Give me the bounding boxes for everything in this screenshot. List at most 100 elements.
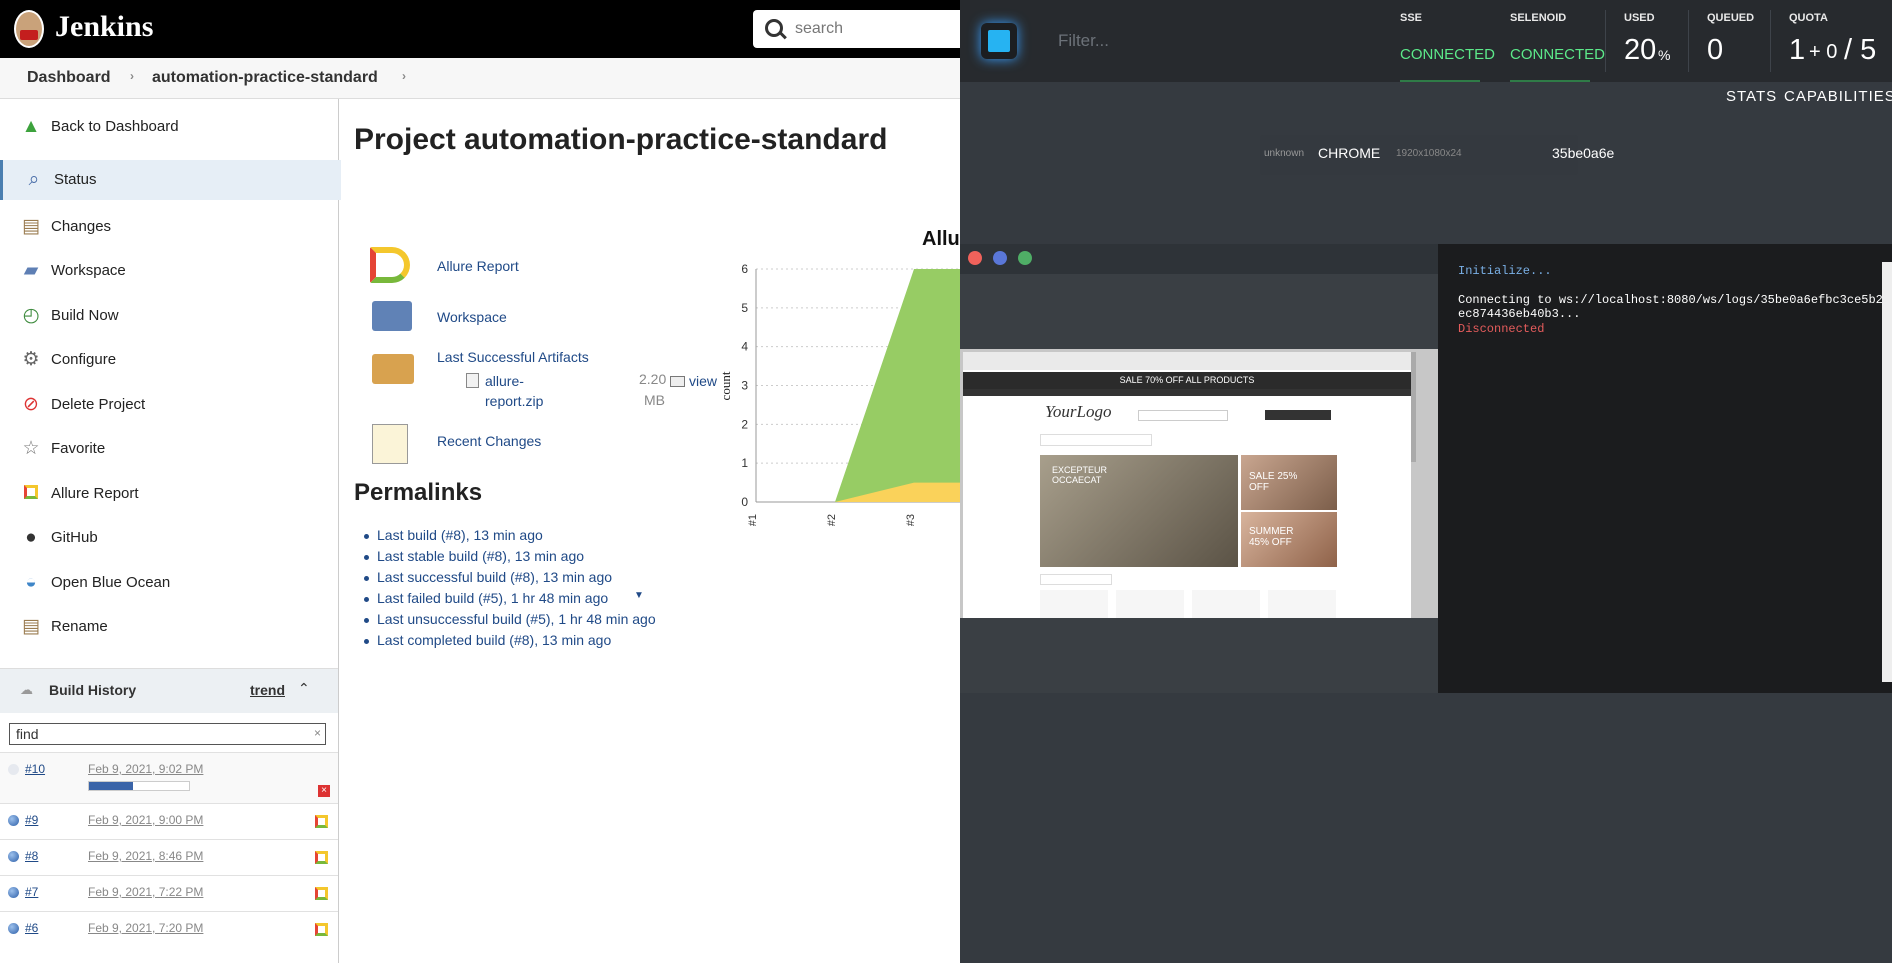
allure-icon[interactable] (315, 815, 328, 828)
build-date-link[interactable]: Feb 9, 2021, 8:46 PM (88, 849, 203, 863)
tab-stats[interactable]: STATS (1726, 88, 1777, 105)
folder-icon[interactable] (372, 301, 412, 331)
build-row[interactable]: #7 Feb 9, 2021, 7:22 PM (0, 875, 338, 912)
build-date-link[interactable]: Feb 9, 2021, 9:00 PM (88, 813, 203, 827)
selenoid-panel: Filter... SSE CONNECTED SELENOID CONNECT… (960, 0, 1892, 963)
clock-play-icon: ◴ (22, 305, 40, 326)
build-progress-bar (88, 781, 190, 791)
queued-value: 0 (1707, 34, 1724, 66)
build-number-link[interactable]: #10 (25, 762, 45, 776)
allure-icon[interactable] (315, 887, 328, 900)
sidebar-item-status[interactable]: ⌕ Status (0, 160, 341, 200)
trend-link[interactable]: trend (250, 682, 285, 698)
build-row[interactable]: #8 Feb 9, 2021, 8:46 PM (0, 839, 338, 876)
build-status-icon (8, 815, 19, 826)
chevron-down-icon[interactable]: ▼ (634, 590, 644, 601)
build-number-link[interactable]: #6 (25, 921, 38, 935)
top-nav (963, 389, 1411, 396)
product-row (1040, 590, 1336, 618)
sidebar-item-back-to-dashboard[interactable]: ▲ Back to Dashboard (0, 107, 338, 147)
recent-changes-link[interactable]: Recent Changes (437, 433, 541, 449)
breadcrumb-dashboard[interactable]: Dashboard (27, 69, 111, 87)
search-icon (765, 19, 783, 37)
sidebar-item-rename[interactable]: ▤ Rename (0, 607, 338, 647)
sidebar-item-favorite[interactable]: ☆ Favorite (0, 429, 338, 469)
sidebar-item-build-now[interactable]: ◴ Build Now (0, 296, 338, 336)
sidebar-item-label: Build Now (51, 307, 119, 324)
chevron-up-icon[interactable]: ⌃ (298, 680, 310, 697)
y-axis-label: count (718, 371, 733, 400)
app-title[interactable]: Jenkins (55, 10, 153, 44)
permalink-last-failed[interactable]: Last failed build (#5), 1 hr 48 min ago (363, 590, 608, 606)
allure-icon[interactable] (315, 851, 328, 864)
breadcrumb-project[interactable]: automation-practice-standard (152, 69, 378, 87)
artifact-file-link-cont[interactable]: report.zip (485, 393, 543, 409)
browser-screenshot: SALE 70% OFF ALL PRODUCTS YourLogo EXCEP… (960, 349, 1438, 618)
shop-tabs (1040, 574, 1112, 585)
build-row[interactable]: #6 Feb 9, 2021, 7:20 PM (0, 911, 338, 948)
search-box[interactable]: search (753, 10, 973, 48)
artifact-size-unit: MB (644, 392, 665, 408)
chevron-right-icon[interactable]: › (130, 69, 134, 83)
log-scrollbar[interactable] (1882, 262, 1892, 682)
allure-report-icon[interactable] (370, 247, 410, 283)
build-row[interactable]: #9 Feb 9, 2021, 9:00 PM (0, 803, 338, 840)
artifacts-link[interactable]: Last Successful Artifacts (437, 349, 589, 365)
up-arrow-icon: ▲ (21, 116, 41, 137)
x-tick-label: #3 (905, 514, 917, 526)
build-number-link[interactable]: #9 (25, 813, 38, 827)
jenkins-logo-icon[interactable] (14, 10, 44, 48)
build-date-link[interactable]: Feb 9, 2021, 7:20 PM (88, 921, 203, 935)
search-input[interactable]: search (795, 20, 843, 38)
sidebar-item-workspace[interactable]: ▰ Workspace (0, 251, 338, 291)
selenoid-logo-icon[interactable] (981, 23, 1017, 59)
permalink-last-unsuccessful[interactable]: Last unsuccessful build (#5), 1 hr 48 mi… (364, 611, 656, 627)
notepad-icon[interactable] (372, 424, 408, 464)
build-date-link[interactable]: Feb 9, 2021, 9:02 PM (88, 762, 203, 776)
tab-capabilities[interactable]: CAPABILITIES (1784, 88, 1892, 105)
build-number-link[interactable]: #8 (25, 849, 38, 863)
sidebar-item-configure[interactable]: ⚙ Configure (0, 340, 338, 380)
sidebar-item-delete-project[interactable]: ⊘ Delete Project (0, 385, 338, 425)
artifact-file-link[interactable]: allure- (485, 373, 524, 389)
close-window-icon[interactable] (968, 251, 982, 265)
shop-logo: YourLogo (1045, 402, 1112, 421)
sidebar-item-allure-report[interactable]: Allure Report (0, 474, 338, 514)
sidebar-item-open-blue-ocean[interactable]: ◒ Open Blue Ocean (0, 563, 338, 603)
permalink-last-successful[interactable]: Last successful build (#8), 13 min ago (363, 569, 612, 585)
github-icon: ● (25, 527, 37, 548)
sale-banner: SALE 70% OFF ALL PRODUCTS (963, 372, 1411, 389)
workspace-link[interactable]: Workspace (437, 309, 507, 325)
promo-sale-text: SALE 25% OFF (1249, 471, 1298, 493)
build-row[interactable]: #10 Feb 9, 2021, 9:02 PM × (0, 752, 338, 803)
clear-icon[interactable]: × (314, 726, 321, 740)
cancel-build-icon[interactable]: × (318, 785, 330, 797)
chevron-right-icon[interactable]: › (402, 69, 406, 83)
cloud-icon: ☁ (20, 682, 33, 697)
breadcrumb: Dashboard › automation-practice-standard… (0, 58, 960, 99)
page-title: Project automation-practice-standard (354, 123, 888, 156)
used-unit: % (1658, 47, 1671, 63)
artifact-view-link[interactable]: view (689, 373, 717, 389)
sidebar-item-github[interactable]: ● GitHub (0, 518, 338, 558)
divider (1605, 10, 1606, 72)
session-log[interactable]: Initialize... Connecting to ws://localho… (1438, 244, 1892, 693)
hero-banner: EXCEPTEUR OCCAECAT (1040, 455, 1238, 567)
file-icon (466, 373, 479, 388)
fullscreen-icon[interactable] (993, 251, 1007, 265)
permalink-last-build[interactable]: Last build (#8), 13 min ago (364, 527, 543, 543)
build-date-link[interactable]: Feb 9, 2021, 7:22 PM (88, 885, 203, 899)
session-card[interactable]: unknown CHROME 1920x1080x24 35be0a6e (1260, 135, 1614, 175)
permalink-last-completed[interactable]: Last completed build (#8), 13 min ago (363, 632, 611, 648)
fingerprint-icon[interactable] (670, 376, 685, 387)
package-icon[interactable] (372, 354, 414, 384)
build-number-link[interactable]: #7 (25, 885, 38, 899)
allure-icon[interactable] (315, 923, 328, 936)
sidebar-item-changes[interactable]: ▤ Changes (0, 207, 338, 247)
sidebar-item-label: Changes (51, 218, 112, 235)
maximize-icon[interactable] (1018, 251, 1032, 265)
allure-report-link[interactable]: Allure Report (437, 258, 519, 274)
permalink-last-stable[interactable]: Last stable build (#8), 13 min ago (363, 548, 584, 564)
build-filter-input[interactable]: find × (9, 723, 326, 745)
filter-input[interactable]: Filter... (1058, 31, 1109, 51)
